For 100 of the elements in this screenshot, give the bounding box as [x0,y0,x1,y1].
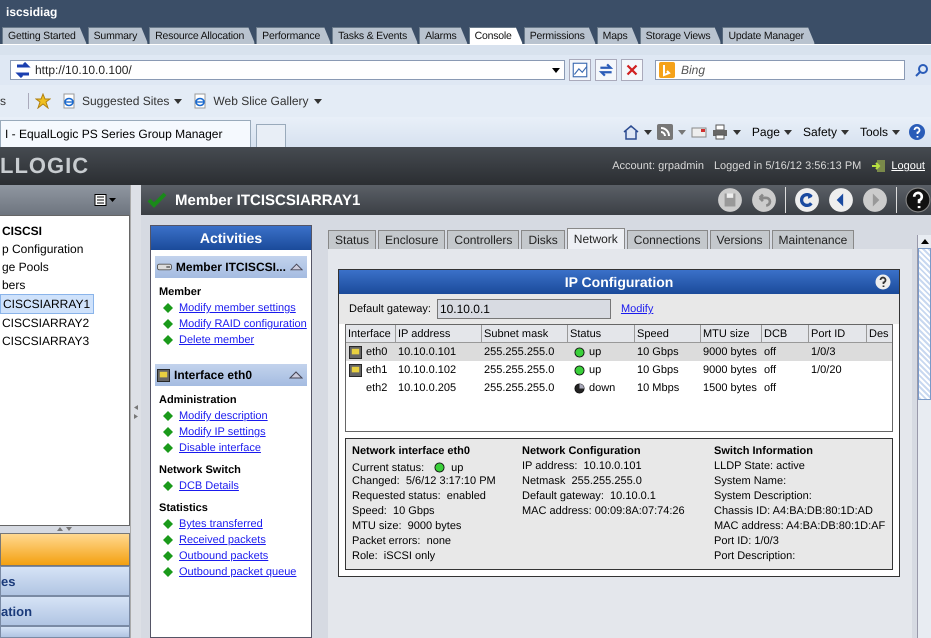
detail-line: MTU size: 9000 bytes [352,520,462,534]
activity-link[interactable]: Disable interface [179,442,261,454]
nav-bar-selected[interactable] [0,533,130,566]
table-row[interactable]: eth0 10.10.0.101 255.255.255.0 up 10 Gbps 9000 bytes off 1/0/3 [346,343,892,361]
forward-icon[interactable] [862,187,888,213]
table-cell-text: 255.255.255.0 [483,382,556,394]
app-tab[interactable]: Update Manager [722,27,815,44]
table-cell-text: 9000 bytes [702,346,758,358]
status-value: up [451,462,464,474]
section-header[interactable]: Interface eth0 [155,364,307,386]
feed-icon[interactable] [656,124,673,140]
caret-icon[interactable] [732,130,741,134]
help-icon[interactable] [875,274,891,290]
scrollbar[interactable] [917,235,931,638]
detail-tab[interactable]: Disks [521,230,565,249]
tree-item[interactable]: CISCSIARRAY1 [0,294,94,314]
command-menu[interactable]: Safety [802,125,849,139]
details-heading: Switch Information [714,445,814,459]
tree-item[interactable]: ge Pools [0,258,52,276]
detail-tab[interactable]: Controllers [447,230,520,249]
tree-item[interactable]: p Configuration [0,240,86,258]
view-menu-icon[interactable] [94,194,116,206]
app-tab[interactable]: Storage Views [640,27,722,44]
activity-link[interactable]: Bytes transferred [179,518,263,530]
dropdown-icon[interactable] [552,68,560,72]
tree-item[interactable]: CISCSI [0,222,46,240]
app-tab[interactable]: Summary [88,27,148,44]
star-icon[interactable] [28,93,51,109]
search-icon[interactable] [915,63,929,77]
activity-link[interactable]: Modify RAID configuration [179,318,307,330]
detail-tab[interactable]: Maintenance [772,230,854,249]
app-tab[interactable]: Console [468,27,523,44]
detail-tab[interactable]: Connections [626,230,708,249]
caret-icon[interactable] [174,98,182,104]
activity-link[interactable]: Modify IP settings [179,426,266,438]
activity-link[interactable]: Outbound packet queue [179,566,296,578]
browser-tab[interactable]: I - EqualLogic PS Series Group Manager [0,120,252,147]
command-menu[interactable]: Tools [860,125,900,139]
nav-button[interactable]: ation [0,596,130,626]
section-header[interactable]: Member ITCISCSI... [155,256,307,278]
tree-item[interactable]: CISCSIARRAY2 [0,314,92,332]
command-menu[interactable]: Page [752,125,792,139]
app-tab[interactable]: Performance [256,27,332,44]
close-icon[interactable] [621,59,643,81]
detail-tab[interactable]: Versions [710,230,770,249]
help-icon[interactable] [909,124,925,140]
detail-line: Port Description: [714,550,796,564]
undo-icon[interactable] [751,187,777,213]
tree-item[interactable]: bers [0,276,28,294]
group-title: Network Switch [159,464,242,476]
activity-link[interactable]: DCB Details [179,480,239,492]
caret-icon[interactable] [314,98,322,104]
logout-icon[interactable] [871,158,888,174]
search-field[interactable]: Bing [655,60,905,80]
modify-link[interactable]: Modify [620,303,654,315]
nav-button[interactable]: es [0,566,130,596]
section-title: Interface eth0 [174,368,254,382]
app-tab[interactable]: Maps [596,27,639,44]
detail-tab[interactable]: Network [566,228,625,249]
tree-item[interactable]: CISCSIARRAY3 [0,332,92,350]
caret-icon[interactable] [644,130,652,134]
app-tab[interactable]: Tasks & Events [332,27,418,44]
activity-link[interactable]: Received packets [179,534,266,546]
favorite-link[interactable]: Web Slice Gallery [213,94,309,108]
scroll-up-icon[interactable] [920,239,928,244]
group-title: Administration [159,394,238,406]
activity-link[interactable]: Delete member [179,334,254,346]
refresh-icon[interactable] [595,59,617,81]
address-field[interactable]: http://10.10.0.100/ [10,60,565,80]
collapse-icon[interactable] [289,371,303,379]
app-tab[interactable]: Resource Allocation [149,27,256,44]
activity-link[interactable]: Modify description [179,410,268,422]
detail-line: System Description: [714,490,813,504]
app-tab[interactable]: Alarms [419,27,468,44]
detail-tab[interactable]: Enclosure [378,230,446,249]
collapse-icon[interactable] [290,263,303,271]
logout-link[interactable]: Logout [891,160,925,172]
refresh-icon[interactable] [794,187,820,213]
favorite-link[interactable]: Suggested Sites [82,94,170,108]
help-icon[interactable] [905,187,931,213]
table-cell-text: off [763,346,778,358]
save-icon[interactable] [717,187,743,213]
back-icon[interactable] [828,187,854,213]
activity-link[interactable]: Outbound packets [179,550,268,562]
collapse-arrows-icon[interactable] [134,404,138,418]
scroll-thumb[interactable] [918,248,931,400]
table-row[interactable]: eth2 10.10.0.205 255.255.255.0 down 10 Mbps 1500 bytes off [346,379,892,397]
table-row[interactable]: eth1 10.10.0.102 255.255.255.0 up 10 Gbps 9000 bytes off 1/0/20 [346,361,892,379]
app-tab[interactable]: Permissions [524,27,596,44]
splitter-arrows-icon[interactable] [57,527,73,531]
detail-tab[interactable]: Status [328,230,376,249]
favorites-label[interactable]: s [0,94,6,108]
activity-link[interactable]: Modify member settings [179,302,296,314]
compatibility-icon[interactable] [569,59,591,81]
nav-button-edge[interactable] [0,626,130,638]
table-cell-text: 1/0/3 [810,346,836,358]
home-icon[interactable] [622,124,639,140]
detail-line: Role: iSCSI only [352,550,436,564]
app-tab[interactable]: Getting Started [2,27,87,44]
printer-icon[interactable] [712,124,728,140]
